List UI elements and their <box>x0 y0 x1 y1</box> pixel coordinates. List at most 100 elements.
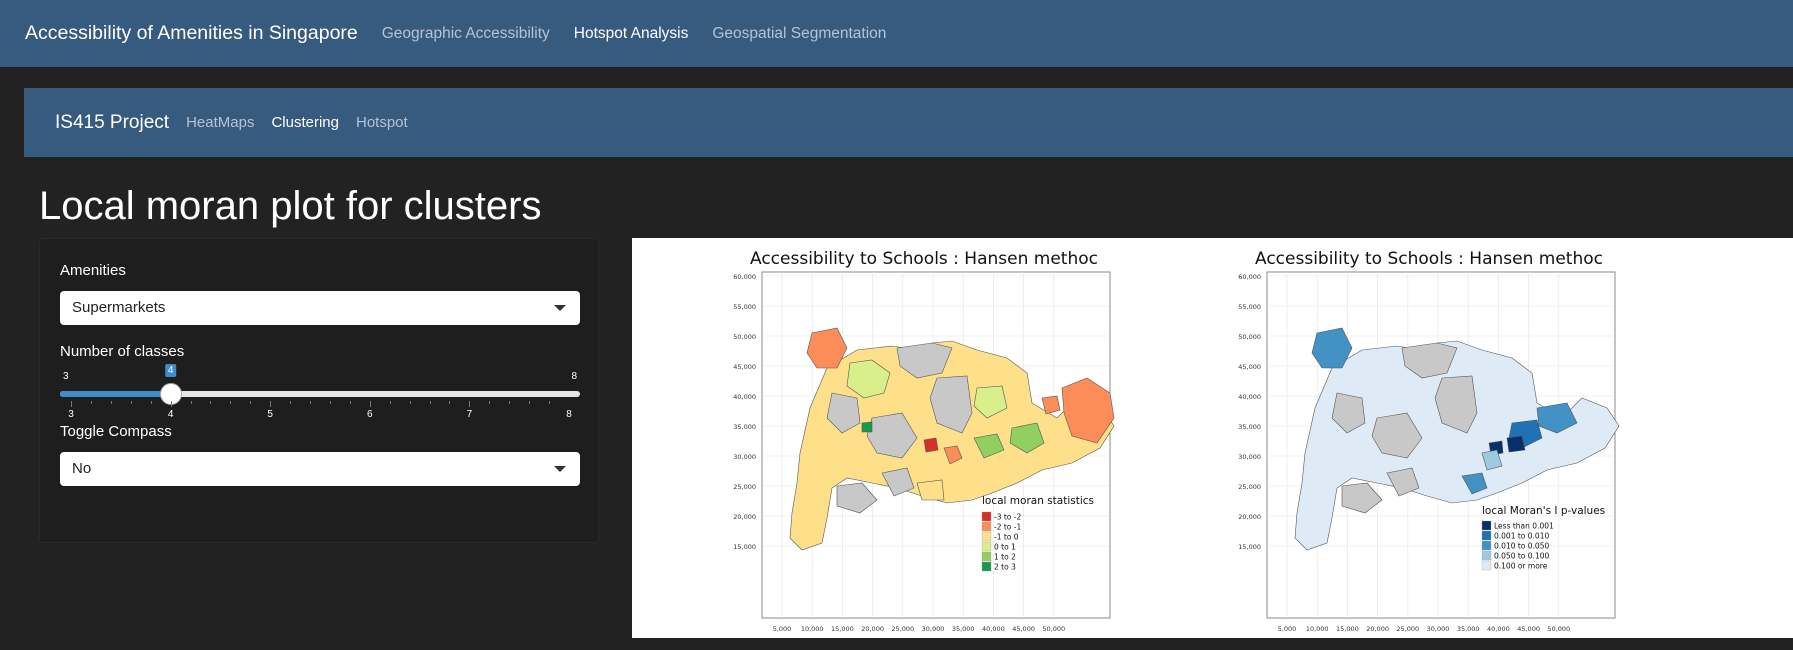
slider-minor-tick <box>310 401 312 404</box>
slider-minor-tick <box>90 401 92 404</box>
legend-swatch <box>1481 560 1492 571</box>
project-title[interactable]: IS415 Project <box>55 112 169 134</box>
x-tick-label: 40,000 <box>1487 625 1510 633</box>
sidebar-panel: Amenities Supermarkets Number of classes… <box>39 238 599 543</box>
y-tick-label: 60,000 <box>733 273 756 281</box>
y-tick-label: 55,000 <box>733 303 756 311</box>
legend-label: 2 to 3 <box>994 563 1016 572</box>
legend-label: 0.100 or more <box>1494 562 1548 571</box>
slider-min-label: 3 <box>63 371 69 382</box>
x-tick-label: 30,000 <box>1427 625 1450 633</box>
app-title[interactable]: Accessibility of Amenities in Singapore <box>25 22 358 45</box>
p-values-map: Accessibility to Schools : Hansen methoc <box>1238 249 1620 633</box>
legend-swatch <box>981 521 992 532</box>
x-tick-label: 40,000 <box>982 625 1005 633</box>
legend-swatch <box>981 541 992 552</box>
x-tick-label: 35,000 <box>952 625 975 633</box>
x-tick-label: 30,000 <box>922 625 945 633</box>
x-tick-label: 20,000 <box>861 625 884 633</box>
compass-label: Toggle Compass <box>60 423 172 440</box>
nav-geographic-accessibility[interactable]: Geographic Accessibility <box>382 25 550 43</box>
y-tick-label: 25,000 <box>1238 483 1261 491</box>
slider-minor-tick <box>409 401 411 404</box>
x-tick-label: 25,000 <box>1396 625 1419 633</box>
slider-tick-label: 4 <box>167 409 174 420</box>
x-tick-label: 10,000 <box>1306 625 1329 633</box>
legend-label: 0.050 to 0.100 <box>1494 552 1549 561</box>
nav-hotspot-analysis[interactable]: Hotspot Analysis <box>574 25 689 43</box>
legend-swatch <box>1481 550 1492 561</box>
slider-tick-label: 3 <box>68 409 74 420</box>
legend-label: -2 to -1 <box>994 523 1021 532</box>
slider-minor-tick <box>389 401 391 404</box>
x-tick-label: 5,000 <box>1278 625 1297 633</box>
legend-label: Less than 0.001 <box>1494 522 1554 531</box>
y-tick-label: 35,000 <box>733 423 756 431</box>
y-tick-label: 45,000 <box>1238 363 1261 371</box>
amenities-select[interactable]: Supermarkets <box>60 291 580 325</box>
slider-minor-tick <box>449 401 451 404</box>
y-tick-label: 35,000 <box>1238 423 1261 431</box>
slider-minor-tick <box>290 401 292 404</box>
slider-minor-tick <box>509 401 511 404</box>
slider-minor-tick <box>349 401 351 404</box>
y-tick-label: 15,000 <box>1238 543 1261 551</box>
map-plots: Accessibility to Schools : Hansen methoc <box>733 249 1620 633</box>
legend-swatch <box>981 561 992 572</box>
top-navbar: Accessibility of Amenities in Singapore … <box>0 0 1793 67</box>
slider-tick-label: 5 <box>267 409 273 420</box>
left-map-y-axis: 60,000 55,000 50,000 45,000 40,000 35,000 30,0… <box>733 273 756 551</box>
slider-fill <box>60 391 171 397</box>
x-tick-label: 50,000 <box>1042 625 1065 633</box>
slider-minor-tick <box>170 401 172 407</box>
tab-clustering[interactable]: Clustering <box>271 114 339 131</box>
slider-minor-tick <box>71 401 72 407</box>
slider-max-label: 8 <box>571 371 577 382</box>
x-tick-label: 50,000 <box>1547 625 1570 633</box>
y-tick-label: 60,000 <box>1238 273 1261 281</box>
y-tick-label: 25,000 <box>733 483 756 491</box>
y-tick-label: 30,000 <box>1238 453 1261 461</box>
legend-swatch <box>1481 520 1492 531</box>
x-tick-label: 15,000 <box>831 625 854 633</box>
slider-minor-tick <box>130 401 132 404</box>
x-tick-label: 25,000 <box>891 625 914 633</box>
slider-minor-tick <box>250 401 252 404</box>
legend-swatch <box>981 551 992 562</box>
slider-minor-tick <box>150 401 152 404</box>
right-map-y-axis: 60,000 55,000 50,000 45,000 40,000 35,000 30,0… <box>1238 273 1261 551</box>
y-tick-label: 55,000 <box>1238 303 1261 311</box>
y-tick-label: 20,000 <box>733 513 756 521</box>
slider-minor-tick <box>329 401 331 404</box>
x-tick-label: 45,000 <box>1012 625 1035 633</box>
slider-minor-tick <box>270 401 272 407</box>
slider-minor-tick <box>549 401 551 404</box>
sub-navbar: IS415 Project HeatMaps Clustering Hotspo… <box>24 88 1793 157</box>
tab-hotspot[interactable]: Hotspot <box>356 114 408 131</box>
slider-minor-tick <box>210 401 212 404</box>
x-tick-label: 20,000 <box>1366 625 1389 633</box>
y-tick-label: 50,000 <box>1238 333 1261 341</box>
legend-label: 1 to 2 <box>994 553 1016 562</box>
left-legend-title: local moran statistics <box>982 495 1094 507</box>
x-tick-label: 15,000 <box>1336 625 1359 633</box>
chevron-down-icon <box>554 466 566 472</box>
legend-label: -1 to 0 <box>994 533 1019 542</box>
tab-heatmaps[interactable]: HeatMaps <box>186 114 254 131</box>
legend-swatch <box>981 531 992 542</box>
y-tick-label: 40,000 <box>1238 393 1261 401</box>
amenities-select-value: Supermarkets <box>72 299 166 316</box>
slider-tick-label: 7 <box>466 409 473 420</box>
nav-geospatial-segmentation[interactable]: Geospatial Segmentation <box>712 25 886 43</box>
legend-swatch <box>1481 530 1492 541</box>
x-tick-label: 45,000 <box>1517 625 1540 633</box>
compass-select[interactable]: No <box>60 452 580 486</box>
legend-swatch <box>981 511 992 522</box>
slider-minor-tick <box>190 401 192 404</box>
right-map-x-axis: 5,000 10,000 15,000 20,000 25,000 30,000 35,00… <box>1278 625 1570 633</box>
legend-label: 0 to 1 <box>994 543 1016 552</box>
y-tick-label: 40,000 <box>733 393 756 401</box>
plot-output: Accessibility to Schools : Hansen methoc <box>632 238 1793 638</box>
slider-minor-tick <box>369 401 371 407</box>
y-tick-label: 50,000 <box>733 333 756 341</box>
